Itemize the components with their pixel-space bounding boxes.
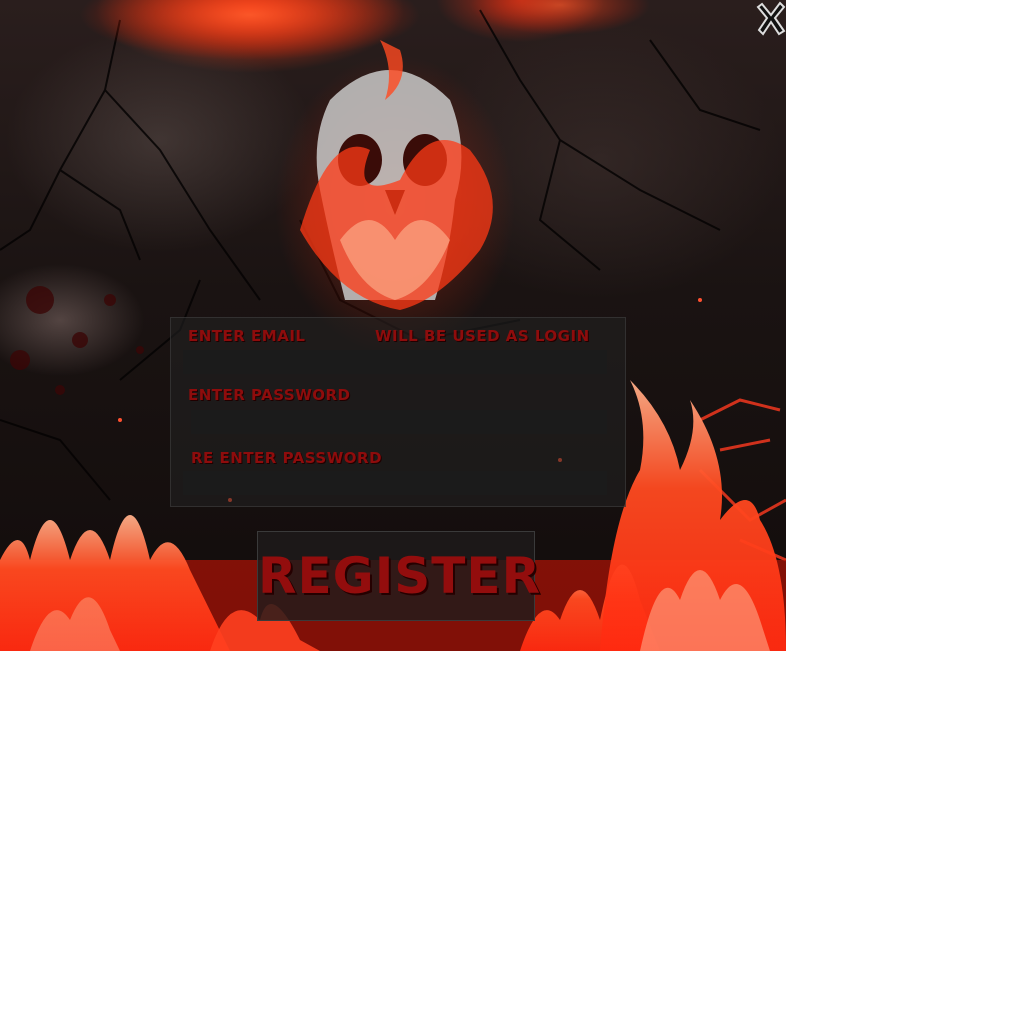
registration-window: ENTER EMAIL WILL BE USED AS LOGIN ENTER … — [0, 0, 786, 651]
email-hint: WILL BE USED AS LOGIN — [375, 327, 590, 345]
close-button[interactable] — [756, 0, 786, 36]
password-field[interactable] — [191, 410, 607, 434]
flaming-skull-icon — [275, 40, 515, 355]
email-field[interactable] — [183, 350, 607, 374]
repassword-label: RE ENTER PASSWORD — [191, 449, 383, 467]
password-label: ENTER PASSWORD — [188, 386, 351, 404]
email-label: ENTER EMAIL — [188, 327, 306, 345]
repassword-field[interactable] — [183, 471, 607, 495]
splatter — [10, 286, 144, 395]
close-icon — [756, 1, 786, 36]
register-button[interactable]: REGISTER — [257, 531, 540, 621]
